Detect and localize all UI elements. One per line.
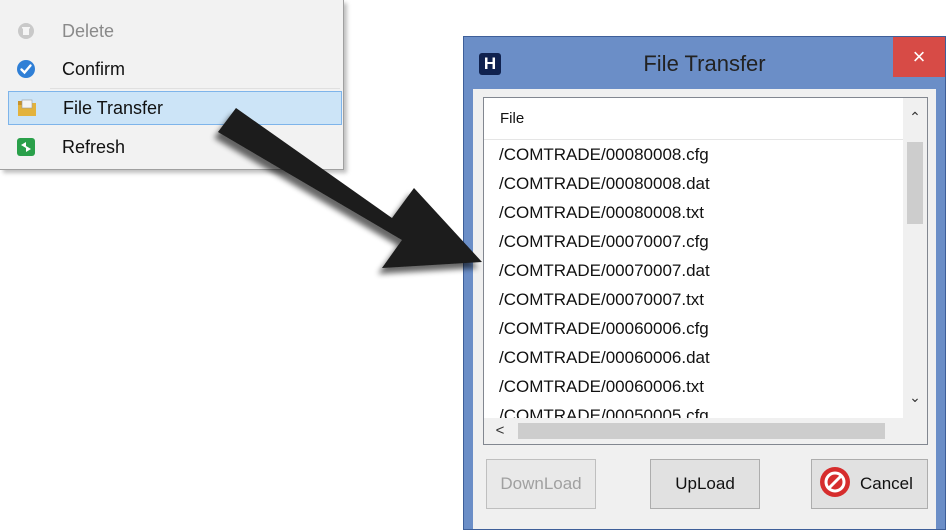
file-list[interactable]: File /COMTRADE/00080008.cfg /COMTRADE/00… <box>483 97 928 445</box>
menu-item-label: Confirm <box>62 58 126 79</box>
cancel-button-label: Cancel <box>860 474 913 493</box>
menu-item-label: Refresh <box>62 136 126 157</box>
cancel-icon <box>818 465 852 504</box>
list-item[interactable]: /COMTRADE/00080008.cfg <box>484 140 904 169</box>
menu-item-refresh[interactable]: Refresh <box>8 130 342 164</box>
download-button-label: DownLoad <box>500 474 582 493</box>
title-bar[interactable]: H File Transfer × <box>464 37 945 87</box>
menu-item-label: Delete <box>62 20 115 41</box>
upload-button-label: UpLoad <box>675 474 735 493</box>
list-item[interactable]: /COMTRADE/00060006.txt <box>484 372 904 401</box>
vertical-scrollbar[interactable]: ⌃ ⌄ <box>903 98 927 418</box>
menu-item-file-transfer[interactable]: File Transfer <box>8 91 342 125</box>
close-icon: × <box>912 44 926 69</box>
horizontal-scrollbar[interactable]: < > <box>484 418 916 444</box>
scroll-down-icon[interactable]: ⌄ <box>903 386 927 408</box>
vertical-scroll-thumb[interactable] <box>907 142 923 224</box>
download-button[interactable]: DownLoad <box>486 459 596 509</box>
upload-button[interactable]: UpLoad <box>650 459 760 509</box>
list-item[interactable]: /COMTRADE/00070007.dat <box>484 256 904 285</box>
close-button[interactable]: × <box>893 37 945 77</box>
list-item[interactable]: /COMTRADE/00050005.cfg <box>484 401 904 418</box>
menu-item-confirm[interactable]: Confirm <box>8 52 342 86</box>
scroll-up-icon[interactable]: ⌃ <box>903 106 927 128</box>
menu-separator <box>50 88 340 89</box>
delete-icon <box>16 21 36 41</box>
refresh-icon <box>16 137 36 157</box>
file-transfer-dialog: H File Transfer × File /COMTRADE/0008000… <box>463 36 946 530</box>
folder-icon <box>17 98 37 118</box>
list-item[interactable]: /COMTRADE/00070007.cfg <box>484 227 904 256</box>
scroll-corner <box>903 418 927 444</box>
menu-item-delete[interactable]: Delete <box>8 14 342 48</box>
cancel-button[interactable]: Cancel <box>811 459 928 509</box>
file-rows: /COMTRADE/00080008.cfg /COMTRADE/0008000… <box>484 140 904 418</box>
scroll-left-icon[interactable]: < <box>488 418 512 444</box>
dialog-title: File Transfer <box>643 51 766 76</box>
confirm-check-icon <box>16 59 36 79</box>
list-item[interactable]: /COMTRADE/00060006.cfg <box>484 314 904 343</box>
dialog-body: File /COMTRADE/00080008.cfg /COMTRADE/00… <box>473 89 936 529</box>
list-item[interactable]: /COMTRADE/00060006.dat <box>484 343 904 372</box>
column-header-file[interactable]: File <box>484 98 904 140</box>
menu-item-label: File Transfer <box>63 97 164 118</box>
list-item[interactable]: /COMTRADE/00080008.dat <box>484 169 904 198</box>
list-item[interactable]: /COMTRADE/00070007.txt <box>484 285 904 314</box>
horizontal-scroll-thumb[interactable] <box>518 423 885 439</box>
context-menu: Delete Confirm File Transfer Refresh <box>0 0 344 170</box>
list-item[interactable]: /COMTRADE/00080008.txt <box>484 198 904 227</box>
